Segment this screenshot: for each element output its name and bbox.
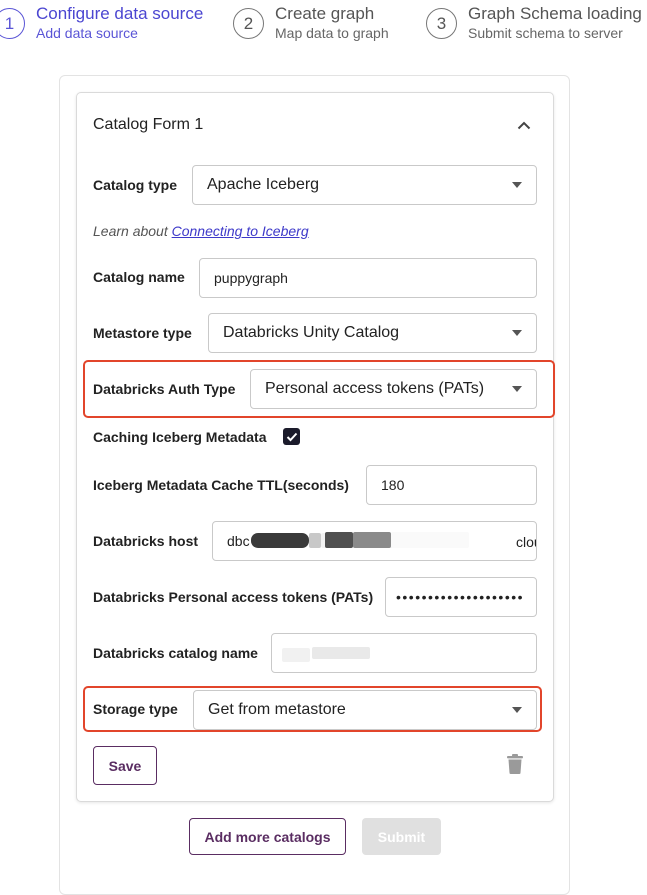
step-number: 1 [0, 8, 25, 39]
storage-type-value: Get from metastore [208, 701, 346, 718]
metastore-type-select[interactable]: Databricks Unity Catalog [208, 313, 537, 353]
step-title: Configure data source [36, 4, 204, 23]
storage-type-label: Storage type [93, 701, 178, 717]
caching-label: Caching Iceberg Metadata [93, 429, 267, 445]
cache-ttl-input[interactable]: 180 [366, 465, 537, 505]
step-subtitle: Submit schema to server [468, 25, 623, 41]
step-subtitle: Add data source [36, 25, 138, 41]
databricks-catalog-name-label: Databricks catalog name [93, 645, 258, 661]
step-title: Create graph [275, 4, 375, 23]
catalog-name-input[interactable]: puppygraph [199, 258, 537, 298]
learn-about-prefix: Learn about [93, 223, 172, 239]
chevron-down-icon [512, 707, 522, 713]
checkmark-icon [286, 432, 297, 441]
chevron-up-icon[interactable] [513, 114, 535, 136]
metastore-type-value: Databricks Unity Catalog [223, 324, 400, 341]
chevron-down-icon [512, 182, 522, 188]
step-configure-data-source[interactable]: 1 Configure data source Add data source [0, 4, 203, 42]
trash-icon[interactable] [507, 754, 527, 776]
redaction-mark [391, 532, 469, 548]
redaction-mark [325, 532, 353, 548]
databricks-catalog-name-input[interactable] [271, 633, 537, 673]
catalog-type-label: Catalog type [93, 177, 178, 193]
step-title: Graph Schema loading [468, 4, 642, 23]
pat-input[interactable]: •••••••••••••••••••• [385, 577, 537, 617]
submit-button[interactable]: Submit [362, 818, 441, 855]
cache-ttl-label: Iceberg Metadata Cache TTL(seconds) [93, 477, 349, 493]
pat-label: Databricks Personal access tokens (PATs) [93, 589, 374, 605]
chevron-down-icon [512, 330, 522, 336]
catalog-type-select[interactable]: Apache Iceberg [192, 165, 537, 205]
connecting-to-iceberg-link[interactable]: Connecting to Iceberg [172, 223, 309, 239]
catalog-name-value: puppygraph [214, 270, 288, 286]
storage-type-select[interactable]: Get from metastore [193, 690, 537, 730]
caching-checkbox[interactable] [283, 428, 300, 445]
redaction-mark [353, 532, 391, 548]
add-more-catalogs-button[interactable]: Add more catalogs [189, 818, 346, 855]
pat-value: •••••••••••••••••••• [396, 589, 525, 605]
databricks-host-input[interactable]: dbc cloud.databricks.com [212, 521, 537, 561]
catalog-type-value: Apache Iceberg [207, 176, 320, 193]
chevron-down-icon [512, 386, 522, 392]
auth-type-value: Personal access tokens (PATs) [265, 380, 485, 397]
auth-type-label: Databricks Auth Type [93, 381, 236, 397]
step-number: 3 [426, 8, 457, 39]
catalog-form-title: Catalog Form 1 [93, 116, 204, 133]
redaction-mark [309, 533, 321, 548]
metastore-type-label: Metastore type [93, 325, 192, 341]
cache-ttl-value: 180 [381, 477, 405, 493]
step-graph-schema-loading[interactable]: 3 Graph Schema loading Submit schema to … [426, 4, 642, 42]
redaction-mark [282, 648, 310, 662]
catalog-name-label: Catalog name [93, 269, 185, 285]
databricks-host-value-start: dbc [227, 533, 250, 549]
step-create-graph[interactable]: 2 Create graph Map data to graph [233, 4, 389, 42]
databricks-host-label: Databricks host [93, 533, 199, 549]
auth-type-select[interactable]: Personal access tokens (PATs) [250, 369, 537, 409]
redaction-mark [312, 647, 370, 659]
step-subtitle: Map data to graph [275, 25, 389, 41]
learn-about-text: Learn about Connecting to Iceberg [93, 223, 309, 239]
databricks-host-value-end: cloud.databricks.com [516, 534, 536, 550]
save-button[interactable]: Save [93, 746, 157, 785]
redaction-mark [251, 533, 309, 548]
step-number: 2 [233, 8, 264, 39]
stepper: 1 Configure data source Add data source … [0, 0, 647, 50]
